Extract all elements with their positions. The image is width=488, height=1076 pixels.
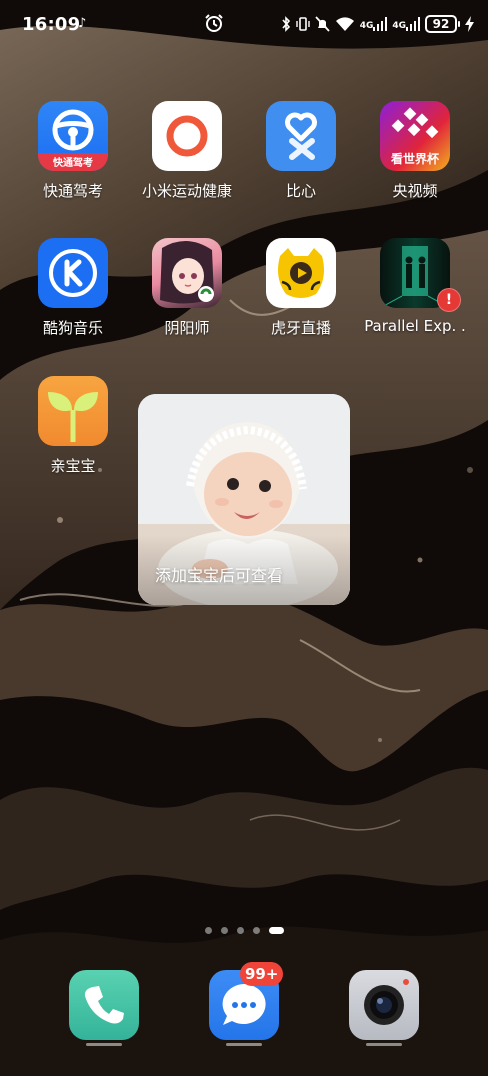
heart-icon — [266, 101, 336, 171]
dock-camera[interactable] — [349, 970, 419, 1040]
vibrate-icon — [295, 17, 310, 31]
app-cctv-video[interactable]: 看世界杯 央视频 — [360, 101, 470, 201]
ring-icon — [152, 101, 222, 171]
dock-indicator — [86, 1043, 122, 1046]
app-mi-fitness[interactable]: 小米运动健康 — [132, 101, 242, 201]
signal-icon — [373, 17, 388, 31]
steering-wheel-icon: 快通驾考 — [38, 101, 108, 171]
app-kugou-music[interactable]: 酷狗音乐 — [18, 238, 128, 338]
app-label: 虎牙直播 — [270, 319, 331, 337]
app-parallel-exp[interactable]: ! Parallel Exp. . — [360, 238, 470, 335]
widget-prompt-text: 添加宝宝后可查看 — [155, 566, 284, 585]
bluetooth-icon — [282, 16, 290, 32]
alarm-icon — [205, 14, 223, 32]
dock-indicator — [366, 1043, 402, 1046]
app-label: Parallel Exp. . — [364, 317, 466, 335]
app-badge-text: 看世界杯 — [390, 152, 439, 166]
onmyoji-character-icon — [152, 238, 222, 308]
app-label: 快通驾考 — [42, 182, 103, 200]
page-dot[interactable] — [236, 927, 244, 934]
baby-widget[interactable]: 添加宝宝后可查看 — [138, 394, 350, 605]
network-type-1: 4G — [360, 17, 388, 31]
app-qinbaobao[interactable]: 亲宝宝 — [18, 376, 128, 476]
app-kuaitong-jiakao[interactable]: 快通驾考 快通驾考 — [18, 101, 128, 201]
tiktok-icon: ♪ — [78, 16, 87, 31]
app-huya-live[interactable]: 虎牙直播 — [246, 238, 356, 338]
sprout-icon — [38, 376, 108, 446]
messages-unread-badge: 99+ — [240, 962, 284, 986]
app-label: 小米运动健康 — [141, 182, 232, 200]
dock-phone[interactable] — [69, 970, 139, 1040]
mute-icon — [315, 16, 330, 32]
app-label: 阴阳师 — [164, 319, 210, 337]
battery-level: 92 — [425, 15, 457, 33]
page-dot[interactable] — [252, 927, 260, 934]
page-dot[interactable] — [204, 927, 212, 934]
app-bixin[interactable]: 比心 — [246, 101, 356, 201]
dock-indicator — [226, 1043, 262, 1046]
app-onmyoji[interactable]: 阴阳师 — [132, 238, 242, 338]
kugou-k-icon — [38, 238, 108, 308]
status-time: 16:09 — [22, 14, 81, 35]
charging-icon — [465, 16, 474, 32]
network-type-2: 4G — [392, 17, 420, 31]
app-label: 比心 — [285, 182, 316, 200]
huya-tiger-icon — [266, 238, 336, 308]
app-label: 酷狗音乐 — [42, 319, 103, 337]
page-dot-active[interactable] — [268, 927, 284, 934]
app-label: 央视频 — [392, 182, 438, 200]
battery-indicator: 92 — [425, 15, 460, 33]
app-badge-text: 快通驾考 — [53, 158, 93, 169]
app-label: 亲宝宝 — [50, 457, 96, 475]
camera-icon — [364, 979, 409, 1025]
cctv-icon: 看世界杯 — [380, 101, 450, 171]
wifi-icon — [335, 17, 354, 31]
page-indicator[interactable] — [0, 927, 488, 934]
notification-badge: ! — [437, 288, 461, 312]
phone-icon — [84, 986, 124, 1024]
signal-icon — [406, 17, 420, 31]
status-bar: 16:09 ♪ 4G 4G 92 — [0, 0, 488, 50]
page-dot[interactable] — [220, 927, 228, 934]
